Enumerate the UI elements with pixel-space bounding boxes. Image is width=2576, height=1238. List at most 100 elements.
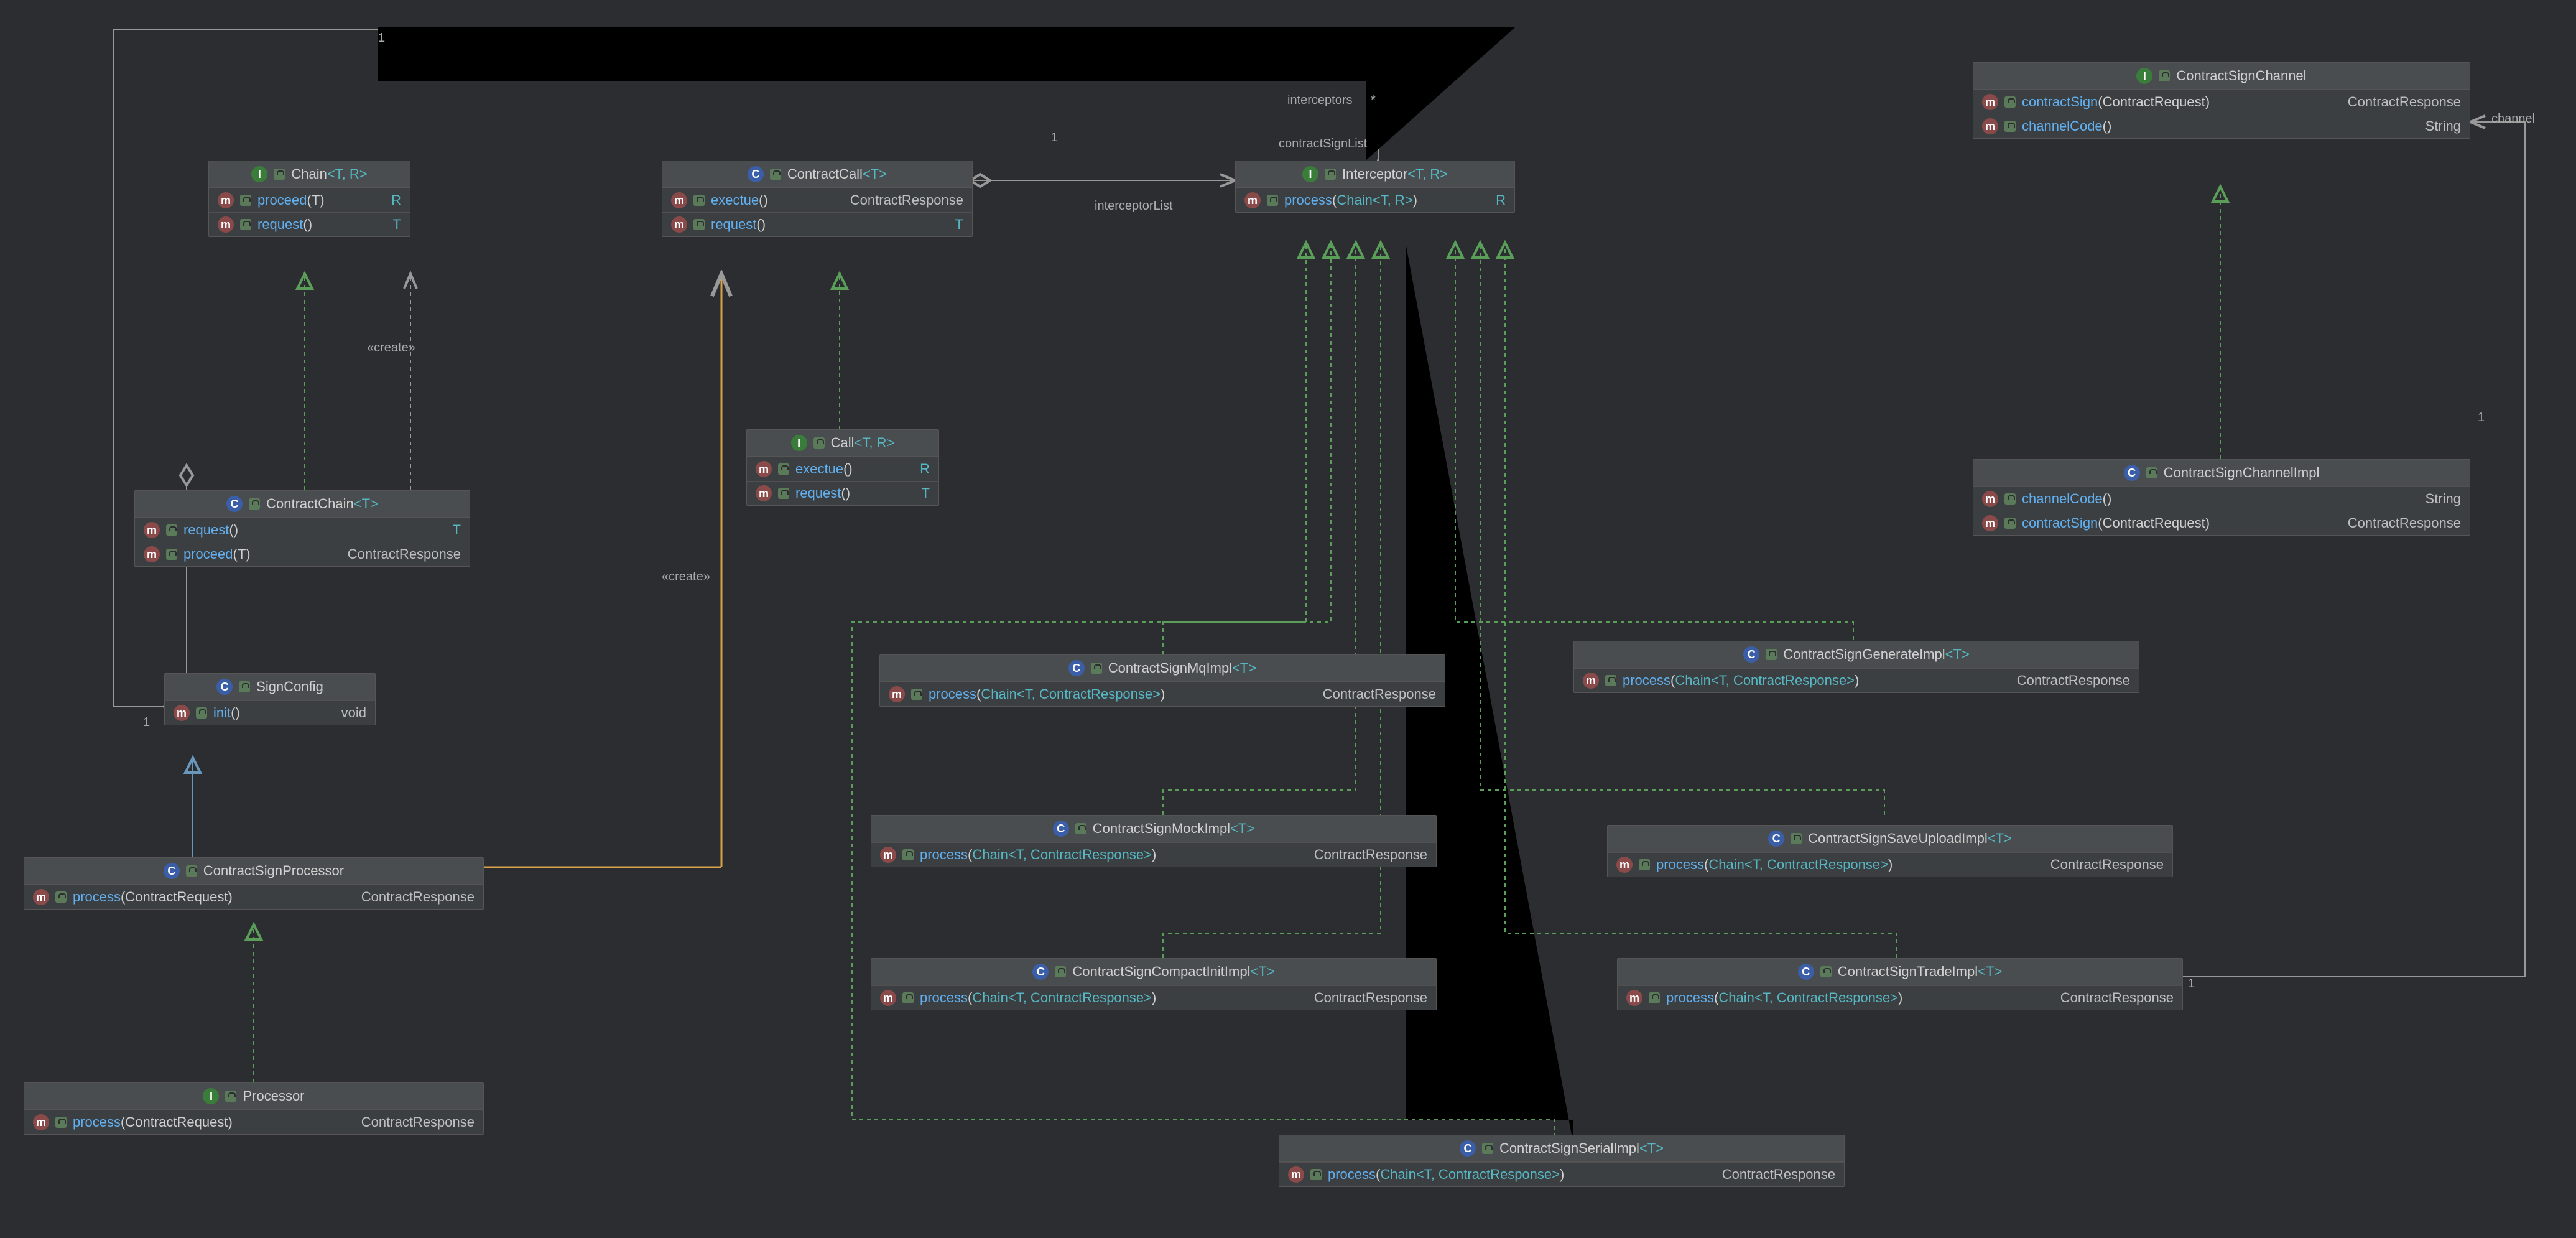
class-contractchain: CContractChain<T> mrequest()T mproceed(T… — [134, 490, 470, 567]
method-icon: m — [144, 546, 160, 562]
interface-icon: I — [1302, 166, 1318, 182]
class-contractsignprocessor: CContractSignProcessor mprocess(Contract… — [24, 857, 484, 910]
lock-icon — [55, 1117, 67, 1128]
label-interceptorlist: interceptorList — [1095, 199, 1173, 213]
method-row: mprocess(ContractRequest)ContractRespons… — [24, 1110, 483, 1134]
label-interceptors: interceptors — [1287, 93, 1353, 108]
lock-icon — [166, 524, 177, 536]
class-contractsignmqimpl: CContractSignMqImpl<T> mprocess(Chain<T,… — [879, 654, 1445, 707]
lock-icon — [1639, 859, 1650, 870]
lock-icon — [2004, 493, 2016, 505]
lock-icon — [693, 195, 705, 206]
lock-icon — [2004, 518, 2016, 529]
label-contractsignlist: contractSignList — [1279, 137, 1367, 151]
method-row: mprocess(Chain<T, R>)R — [1236, 188, 1514, 212]
method-row: mprocess(Chain<T, ContractResponse>)Cont… — [871, 842, 1436, 867]
class-icon: C — [2124, 465, 2140, 481]
lock-icon — [186, 865, 197, 877]
method-icon: m — [33, 1114, 49, 1130]
class-icon: C — [1053, 821, 1069, 837]
method-icon: m — [1244, 192, 1261, 208]
interface-icon: I — [251, 166, 267, 182]
label-channel: channel — [2491, 112, 2535, 126]
method-icon: m — [1288, 1166, 1304, 1183]
class-icon: C — [1798, 964, 1814, 980]
method-row: mchannelCode()String — [1973, 486, 2470, 511]
lock-icon — [1482, 1143, 1493, 1154]
method-row: mrequest()T — [209, 212, 410, 236]
method-row: mcontractSign(ContractRequest)ContractRe… — [1973, 90, 2470, 114]
class-icon: C — [748, 166, 764, 182]
lock-icon — [225, 1091, 236, 1102]
method-row: mprocess(Chain<T, ContractResponse>)Cont… — [880, 682, 1445, 706]
class-contractsigncompactinitimpl: CContractSignCompactInitImpl<T> mprocess… — [871, 958, 1437, 1010]
lock-icon — [274, 169, 285, 180]
interface-icon: I — [203, 1088, 219, 1104]
lock-icon — [249, 498, 260, 510]
lock-icon — [1267, 195, 1278, 206]
method-row: mproceed(T)ContractResponse — [135, 542, 470, 566]
lock-icon — [902, 849, 914, 860]
lock-icon — [1649, 992, 1660, 1003]
lock-icon — [813, 437, 825, 449]
method-icon: m — [1616, 857, 1633, 873]
lock-icon — [1605, 675, 1616, 686]
class-icon: C — [216, 679, 233, 695]
class-contractsignchannel: IContractSignChannel mcontractSign(Contr… — [1973, 62, 2470, 139]
method-row: mexectue()R — [747, 457, 938, 481]
lock-icon — [1075, 823, 1086, 834]
method-icon: m — [880, 847, 896, 863]
class-contractsignsaveuploadimpl: CContractSignSaveUploadImpl<T> mprocess(… — [1607, 825, 2173, 877]
class-call: ICall<T, R> mexectue()R mrequest()T — [746, 429, 939, 506]
lock-icon — [239, 681, 250, 692]
method-icon: m — [1626, 990, 1642, 1006]
lock-icon — [166, 549, 177, 560]
method-row: mchannelCode()String — [1973, 114, 2470, 138]
method-icon: m — [671, 192, 687, 208]
lock-icon — [778, 488, 789, 499]
class-icon: C — [164, 863, 180, 879]
method-row: mprocess(Chain<T, ContractResponse>)Cont… — [1574, 668, 2139, 692]
method-row: mprocess(Chain<T, ContractResponse>)Cont… — [1608, 852, 2172, 877]
lock-icon — [1055, 966, 1066, 977]
interface-icon: I — [2136, 68, 2152, 84]
method-icon: m — [880, 990, 896, 1006]
class-contractsigntradeimpl: CContractSignTradeImpl<T> mprocess(Chain… — [1617, 958, 2183, 1010]
class-contractsignserialimpl: CContractSignSerialImpl<T> mprocess(Chai… — [1279, 1135, 1845, 1187]
lock-icon — [778, 463, 789, 475]
method-row: mprocess(Chain<T, ContractResponse>)Cont… — [1618, 985, 2182, 1010]
lock-icon — [1325, 169, 1336, 180]
class-icon: C — [1460, 1140, 1476, 1157]
method-row: mrequest()T — [747, 481, 938, 505]
method-icon: m — [33, 889, 49, 905]
lock-icon — [2004, 96, 2016, 108]
class-contractsigngenerateimpl: CContractSignGenerateImpl<T> mprocess(Ch… — [1573, 641, 2139, 693]
lock-icon — [2146, 467, 2157, 478]
method-icon: m — [1583, 673, 1599, 689]
interface-icon: I — [791, 435, 807, 451]
lock-icon — [1820, 966, 1832, 977]
method-icon: m — [144, 522, 160, 538]
method-row: mproceed(T)R — [209, 188, 410, 212]
class-icon: C — [226, 496, 243, 512]
lock-icon — [1766, 649, 1777, 660]
label-one: 1 — [1051, 131, 1058, 145]
method-icon: m — [671, 216, 687, 233]
method-row: mprocess(ContractRequest)ContractRespons… — [24, 885, 483, 909]
label-one: 1 — [2478, 411, 2485, 425]
class-icon: C — [1768, 831, 1784, 847]
label-create: «create» — [367, 341, 415, 355]
method-icon: m — [1982, 94, 1998, 110]
method-icon: m — [218, 192, 234, 208]
label-one: 1 — [2188, 977, 2195, 991]
method-row: minit()void — [165, 700, 375, 725]
method-icon: m — [1982, 515, 1998, 531]
lock-icon — [1791, 833, 1802, 844]
lock-icon — [2004, 121, 2016, 132]
method-row: mrequest()T — [662, 212, 972, 236]
lock-icon — [55, 891, 67, 903]
class-signconfig: CSignConfig minit()void — [164, 673, 376, 725]
class-processor: IProcessor mprocess(ContractRequest)Cont… — [24, 1082, 484, 1135]
class-contractsignmockimpl: CContractSignMockImpl<T> mprocess(Chain<… — [871, 815, 1437, 867]
class-contractcall: CContractCall<T> mexectue()ContractRespo… — [662, 161, 973, 237]
